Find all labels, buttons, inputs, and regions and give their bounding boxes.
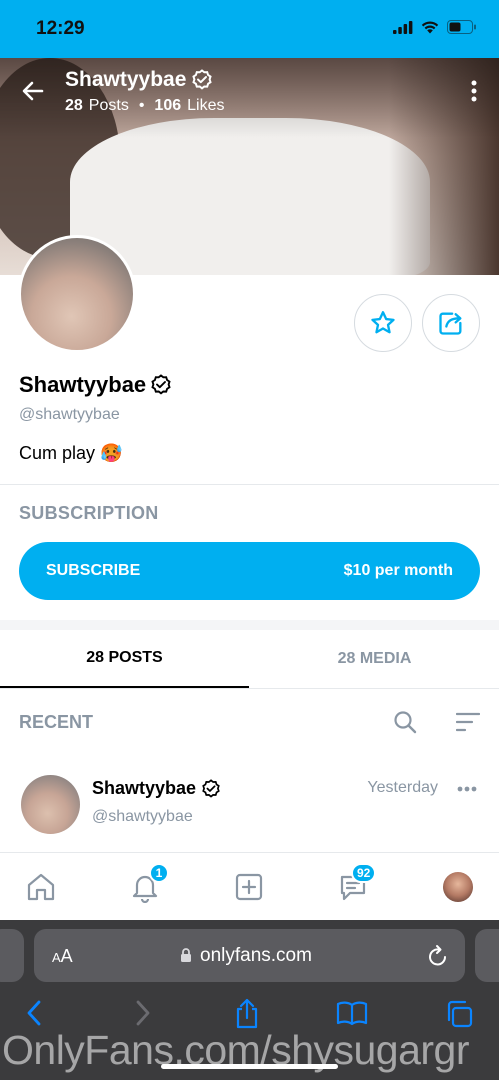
post-author-handle: @shawtyybae [92,808,193,825]
profile-name: Shawtyybae [19,372,147,397]
verified-icon [202,778,220,798]
next-tab-pill[interactable] [475,929,499,982]
subscribe-label: SUBSCRIBE [46,562,141,579]
posts-count: 28 [65,97,83,114]
reload-icon[interactable] [427,944,449,968]
status-icons [393,20,477,34]
messages-badge: 92 [351,863,377,883]
signal-icon [393,20,413,34]
favorite-button[interactable] [354,294,412,352]
profile-avatar[interactable] [18,235,136,353]
nav-profile[interactable] [440,869,476,905]
wifi-icon [421,21,439,33]
aa-large: A [60,946,73,966]
reader-settings-button[interactable]: AA [52,946,73,967]
status-bar: 12:29 [0,0,499,58]
recent-title: RECENT [19,712,94,732]
home-icon [27,873,55,901]
cover-photo-detail [70,118,430,275]
nav-new-post[interactable] [231,869,267,905]
divider [0,484,499,485]
stats-separator: • [138,97,145,114]
verified-icon [151,374,171,395]
avatar [443,872,473,902]
tab-posts[interactable]: 28 POSTS [0,630,249,688]
bookmarks-icon[interactable] [336,1000,368,1026]
post-author-row: Shawtyybae [92,778,221,799]
profile-bio: Cum play 🥵 [19,443,123,463]
status-time: 12:29 [36,18,85,39]
subscription-title: SUBSCRIPTION [19,503,159,523]
sort-icon[interactable] [456,712,480,732]
tabs-icon[interactable] [444,999,474,1029]
back-arrow-icon[interactable] [20,78,46,104]
likes-count: 106 [154,97,182,114]
tab-media[interactable]: 28 MEDIA [250,630,499,688]
browser-share-icon[interactable] [233,998,261,1030]
previous-tab-pill[interactable] [0,929,24,982]
post-time: Yesterday [367,779,438,796]
header-stats: 28 Posts • 106 Likes [65,97,224,115]
posts-label: Posts [88,97,129,114]
home-indicator [161,1064,338,1069]
notifications-badge: 1 [149,863,169,883]
lock-icon [181,948,191,962]
nav-messages[interactable]: 92 [335,863,377,905]
verified-icon [192,69,213,90]
header-title: Shawtyybae [65,68,213,92]
header-name: Shawtyybae [65,68,187,91]
post-author-name[interactable]: Shawtyybae [92,778,196,799]
bottom-nav: 1 92 [0,852,499,920]
battery-icon [447,20,476,34]
divider [0,688,499,689]
nav-home[interactable] [23,869,59,905]
more-options-icon[interactable] [471,80,477,102]
post-author-avatar[interactable] [21,775,80,834]
profile-handle: @shawtyybae [19,406,120,423]
browser-forward-icon[interactable] [131,998,153,1028]
nav-notifications[interactable]: 1 [127,863,169,905]
likes-label: Likes [187,97,225,114]
share-button[interactable] [422,294,480,352]
add-post-icon [235,873,263,901]
subscribe-button[interactable]: SUBSCRIBE $10 per month [19,542,480,600]
browser-back-icon[interactable] [24,998,46,1028]
share-icon [439,312,462,335]
url-text[interactable]: onlyfans.com [200,945,312,967]
section-separator [0,620,499,630]
profile-name-row: Shawtyybae [19,372,172,398]
subscribe-price: $10 per month [343,562,453,579]
aa-small: A [52,950,61,965]
search-icon[interactable] [393,710,417,734]
star-icon [371,311,395,334]
post-more-icon[interactable] [457,786,477,792]
